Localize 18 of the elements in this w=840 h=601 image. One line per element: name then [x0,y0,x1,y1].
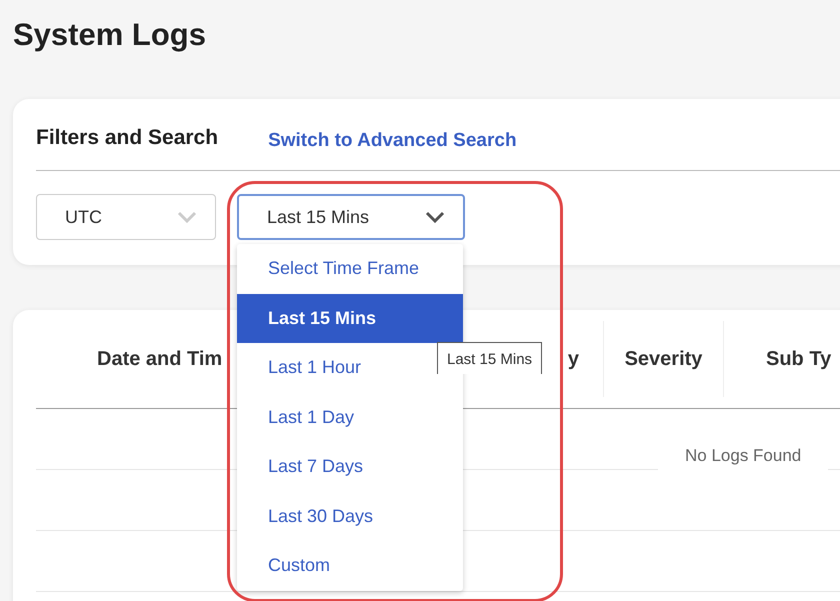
column-header: Severity [624,348,702,370]
column-header: Date and Tim [97,348,222,370]
column-header: y [568,348,579,370]
menu-option[interactable]: Last 30 Days [237,492,463,541]
menu-option[interactable]: Last 7 Days [237,442,463,492]
time-frame-select[interactable]: Last 15 Mins [237,194,465,240]
timezone-select[interactable]: UTC [36,194,216,240]
advanced-search-link[interactable]: Switch to Advanced Search [268,124,517,152]
chevron-down-icon [177,211,197,223]
section-title: Filters and Search [36,126,218,150]
menu-option[interactable]: Last 15 Mins [237,294,463,343]
column-header: Sub Ty [766,348,832,370]
chevron-down-icon [425,211,445,223]
menu-option[interactable]: Custom [237,541,463,590]
page-title: System Logs [13,16,207,54]
menu-option[interactable]: Last 1 Day [237,392,463,442]
tooltip: Last 15 Mins [437,342,542,374]
menu-option[interactable]: Select Time Frame [237,244,463,294]
